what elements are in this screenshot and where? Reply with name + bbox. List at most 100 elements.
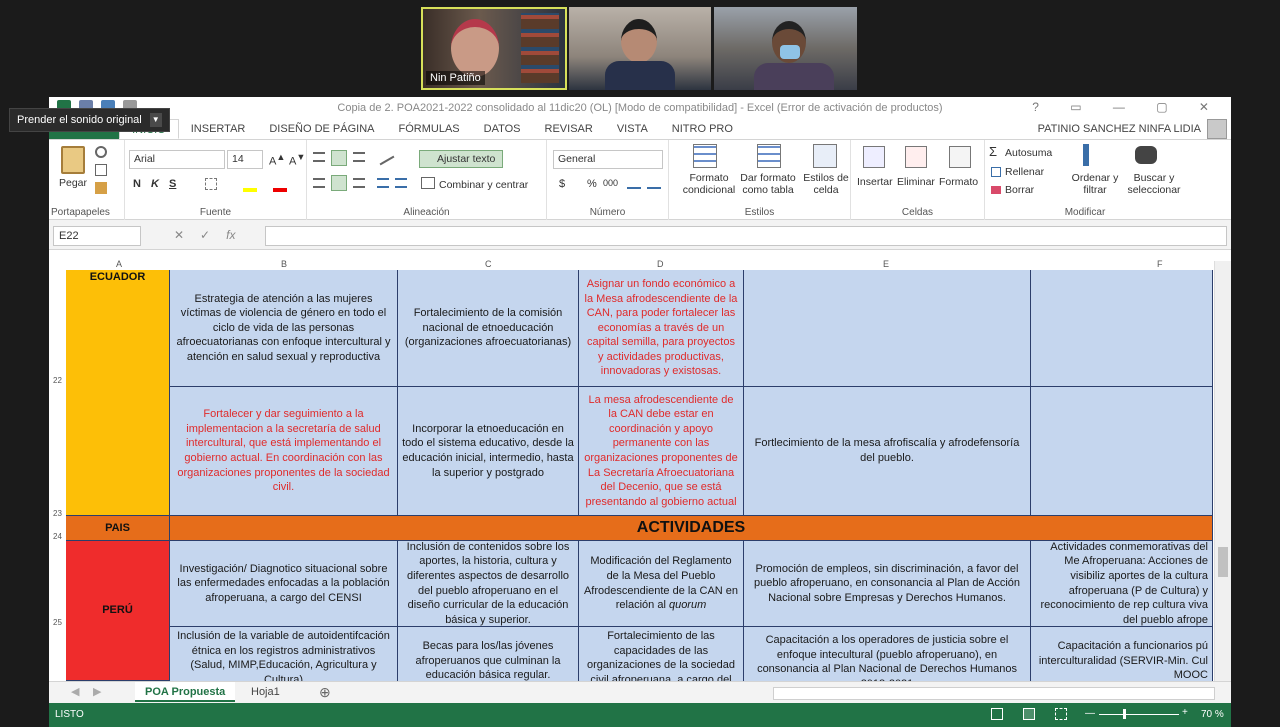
font-name-select[interactable]: Arial xyxy=(129,150,225,169)
sheet-prev-icon[interactable]: ◀ xyxy=(71,685,79,698)
binoculars-icon[interactable] xyxy=(1135,146,1157,164)
tab-formulas[interactable]: FÓRMULAS xyxy=(387,119,472,139)
autosum-icon[interactable]: Σ xyxy=(989,144,997,159)
increase-decimal-icon[interactable] xyxy=(627,177,641,189)
add-sheet-icon[interactable]: ⊕ xyxy=(319,684,331,701)
cell-b23[interactable]: Fortalecer y dar seguimiento a la implem… xyxy=(170,387,398,516)
sort-filter-icon[interactable] xyxy=(1083,144,1107,166)
conditional-format-button[interactable]: Formato condicional xyxy=(675,172,743,196)
font-color-icon[interactable] xyxy=(273,178,287,192)
sheet-next-icon[interactable]: ▶ xyxy=(93,685,101,698)
vertical-scrollbar[interactable] xyxy=(1214,261,1231,681)
row-header[interactable]: 22 xyxy=(49,376,66,385)
merge-center-icon[interactable] xyxy=(421,177,435,189)
cell-c25[interactable]: Inclusión de contenidos sobre los aporte… xyxy=(398,541,579,627)
name-box[interactable]: E22 xyxy=(53,226,141,246)
currency-button[interactable]: $ xyxy=(559,178,565,190)
participant-video-3[interactable] xyxy=(714,7,857,90)
clear-icon[interactable] xyxy=(991,186,1001,194)
align-middle-icon[interactable] xyxy=(331,150,347,166)
insert-cells-button[interactable]: Insertar xyxy=(857,176,893,188)
column-header[interactable]: C xyxy=(485,259,492,269)
cell-b22[interactable]: Estrategia de atención a las mujeres víc… xyxy=(170,270,398,387)
country-cell-peru[interactable]: PERÚ xyxy=(66,541,170,681)
cell-f22[interactable] xyxy=(1031,270,1213,387)
number-format-select[interactable]: General xyxy=(553,150,663,169)
column-header[interactable]: B xyxy=(281,259,287,269)
original-sound-label[interactable]: Prender el sonido original xyxy=(17,114,142,126)
user-name[interactable]: PATINIO SANCHEZ NINFA LIDIA xyxy=(1038,123,1201,135)
column-header[interactable]: E xyxy=(883,259,889,269)
underline-button[interactable]: S xyxy=(169,178,176,190)
tab-insert[interactable]: INSERTAR xyxy=(179,119,258,139)
borders-icon[interactable] xyxy=(205,178,217,190)
autosum-button[interactable]: Autosuma xyxy=(1005,147,1052,159)
page-layout-icon[interactable] xyxy=(1023,708,1035,720)
clear-button[interactable]: Borrar xyxy=(1005,184,1034,196)
cell-f25[interactable]: Actividades conmemorativas del Me Afrope… xyxy=(1031,541,1213,627)
fill-button[interactable]: Rellenar xyxy=(1005,166,1044,178)
cell-e26[interactable]: Capacitación a los operadores de justici… xyxy=(744,627,1031,681)
cell-d26[interactable]: Fortalecimiento de las capacidades de la… xyxy=(579,627,744,681)
cell-styles-icon[interactable] xyxy=(813,144,837,168)
formula-input[interactable] xyxy=(265,226,1227,246)
align-top-icon[interactable] xyxy=(313,152,325,162)
scroll-thumb[interactable] xyxy=(1218,547,1228,577)
find-select-button[interactable]: Buscar y seleccionar xyxy=(1123,172,1185,196)
decrease-indent-icon[interactable] xyxy=(377,178,389,188)
align-bottom-icon[interactable] xyxy=(353,152,365,162)
country-cell-ecuador[interactable]: ECUADOR xyxy=(66,270,170,516)
zoom-level[interactable]: 70 % xyxy=(1201,709,1224,720)
bold-button[interactable]: N xyxy=(133,178,141,190)
column-header[interactable]: D xyxy=(657,259,664,269)
row-header[interactable]: 24 xyxy=(49,532,66,541)
column-header[interactable]: A xyxy=(116,259,122,269)
format-table-icon[interactable] xyxy=(757,144,781,168)
italic-button[interactable]: K xyxy=(151,178,159,190)
cell-c26[interactable]: Becas para los/las jóvenes afroperuanos … xyxy=(398,627,579,681)
format-cells-icon[interactable] xyxy=(949,146,971,168)
sheet-tab-hoja1[interactable]: Hoja1 xyxy=(241,682,290,702)
chevron-down-icon[interactable]: ▼ xyxy=(149,113,162,127)
cell-f26[interactable]: Capacitación a funcionarios pú intercult… xyxy=(1031,627,1213,681)
paste-button[interactable]: Pegar xyxy=(59,177,87,189)
cell-d22[interactable]: Asignar un fondo económico a la Mesa afr… xyxy=(579,270,744,387)
fill-icon[interactable] xyxy=(991,167,1001,177)
align-right-icon[interactable] xyxy=(353,178,365,188)
sort-filter-button[interactable]: Ordenar y filtrar xyxy=(1067,172,1123,196)
fill-color-icon[interactable] xyxy=(243,178,257,192)
cell-e22[interactable] xyxy=(744,270,1031,387)
tab-view[interactable]: VISTA xyxy=(605,119,660,139)
cell-e25[interactable]: Promoción de empleos, sin discriminación… xyxy=(744,541,1031,627)
participant-video-1[interactable]: Nin Patiño xyxy=(421,7,567,90)
cell-c22[interactable]: Fortalecimiento de la comisión nacional … xyxy=(398,270,579,387)
sheet-tab-poa-propuesta[interactable]: POA Propuesta xyxy=(135,682,236,702)
row-header[interactable]: 23 xyxy=(49,509,66,518)
tab-review[interactable]: REVISAR xyxy=(533,119,605,139)
tab-page-layout[interactable]: DISEÑO DE PÁGINA xyxy=(257,119,386,139)
conditional-format-icon[interactable] xyxy=(693,144,717,168)
user-avatar[interactable] xyxy=(1207,119,1227,139)
tab-nitro-pro[interactable]: NITRO PRO xyxy=(660,119,745,139)
cell-d23[interactable]: La mesa afrodescendiente de la CAN debe … xyxy=(579,387,744,516)
header-pais[interactable]: PAIS xyxy=(66,516,170,541)
tab-data[interactable]: DATOS xyxy=(472,119,533,139)
insert-cells-icon[interactable] xyxy=(863,146,885,168)
cell-b26[interactable]: Inclusión de la variable de autoidentifc… xyxy=(170,627,398,681)
cell-styles-button[interactable]: Estilos de celda xyxy=(801,172,851,196)
row-header[interactable]: 25 xyxy=(49,618,66,627)
font-size-select[interactable]: 14 xyxy=(227,150,263,169)
percent-button[interactable]: % xyxy=(587,178,597,190)
page-break-icon[interactable] xyxy=(1055,708,1067,720)
font-shrink-button[interactable]: A▼ xyxy=(289,152,305,168)
zoom-slider[interactable] xyxy=(1099,714,1179,715)
cell-d25[interactable]: Modificación del Reglamento de la Mesa d… xyxy=(579,541,744,627)
increase-indent-icon[interactable] xyxy=(395,178,407,188)
zoom-slider-thumb[interactable] xyxy=(1123,709,1126,719)
original-sound-tooltip[interactable]: Prender el sonido original ▼ xyxy=(9,108,170,132)
header-actividades[interactable]: ACTIVIDADES xyxy=(170,516,1213,541)
thousands-button[interactable]: 000 xyxy=(603,178,618,188)
copy-icon[interactable] xyxy=(95,164,107,176)
delete-cells-button[interactable]: Eliminar xyxy=(897,176,935,188)
zoom-in-icon[interactable]: + xyxy=(1182,707,1188,718)
